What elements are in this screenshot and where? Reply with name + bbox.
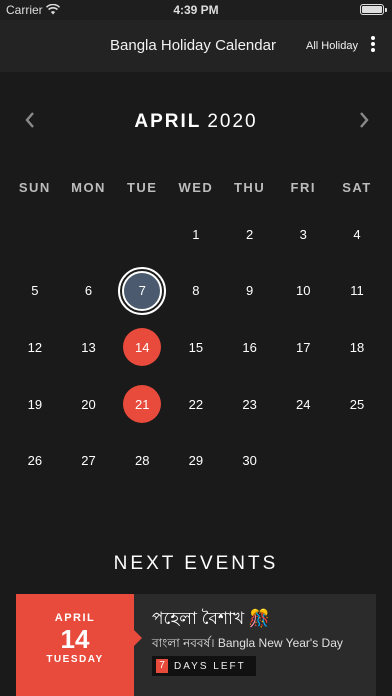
day-number: 24 [296,396,311,412]
day-cell[interactable]: 23 [223,376,277,433]
event-day: 14 [60,624,90,654]
day-cell[interactable]: 4 [330,206,384,263]
day-number: 23 [242,396,257,412]
weekday-label: TUE [126,180,158,195]
day-cell[interactable]: 6 [62,263,116,320]
day-cell[interactable]: 15 [169,319,223,376]
days-left-label: DAYS LEFT [174,660,246,672]
weekday-label: FRI [290,180,316,195]
day-number: 27 [81,453,96,469]
day-number: 7 [138,283,146,299]
next-month-icon[interactable] [356,110,372,130]
day-number: 28 [134,453,150,469]
day-cell[interactable]: 12 [8,319,62,376]
day-cell-holiday[interactable]: 21 [115,376,169,433]
day-cell[interactable]: 9 [223,263,277,320]
day-number: 21 [134,396,150,412]
days-left-count: 7 [156,659,168,673]
day-cell[interactable]: 24 [276,376,330,433]
battery-icon [360,4,387,15]
day-cell[interactable]: 18 [330,319,384,376]
empty-day-cell [8,206,62,263]
day-number: 13 [81,339,96,355]
day-cell[interactable]: 16 [223,319,277,376]
day-cell-today[interactable]: 7 [115,263,169,320]
day-cell[interactable]: 13 [62,319,116,376]
app-header: Bangla Holiday Calendar All Holiday [0,20,392,72]
day-cell[interactable]: 5 [8,263,62,320]
calendar-grid: 1 2 3 4 5 6 7 8 9 10 11 12 13 14 15 16 17 18 19 20 21 22 23 24 2… [8,206,384,489]
day-number: 18 [349,339,365,355]
weekday-label: WED [178,180,214,195]
day-number: 25 [349,396,365,412]
weekday-label: SAT [342,180,372,195]
day-number: 4 [353,226,361,242]
event-card[interactable]: APRIL 14 TUESDAY পহেলা বৈশাখ 🎊 বাংলা নবব… [16,594,376,696]
month-year-title: APRIL 2020 [0,111,392,133]
app-title: Bangla Holiday Calendar [110,37,276,54]
day-number: 16 [242,339,257,355]
day-number: 6 [84,283,93,299]
day-cell[interactable]: 19 [8,376,62,433]
month-navigation: APRIL 2020 [0,100,392,144]
weekday-label: THU [233,180,266,195]
month-name: APRIL [134,111,202,132]
day-number: 15 [188,339,204,355]
day-cell[interactable]: 30 [223,432,277,489]
day-number: 17 [296,339,311,355]
day-cell[interactable]: 20 [62,376,116,433]
more-options-icon[interactable] [367,36,379,56]
holiday-filter-button[interactable]: All Holiday [306,40,358,52]
day-cell[interactable]: 29 [169,432,223,489]
weekday-label: MON [71,180,106,195]
next-events-heading: NEXT EVENTS [113,553,279,574]
weekday-label: SUN [18,180,51,195]
day-number: 11 [350,283,364,299]
weekday-header: SUN MON TUE WED THU FRI SAT [8,180,384,195]
day-number: 30 [242,453,257,469]
empty-day-cell [62,206,116,263]
day-cell[interactable]: 25 [330,376,384,433]
day-cell[interactable]: 2 [223,206,277,263]
event-date-block: APRIL 14 TUESDAY [16,594,142,696]
day-number: 12 [27,339,43,355]
event-month: APRIL [54,612,96,624]
day-number: 22 [188,396,204,412]
day-cell[interactable]: 28 [115,432,169,489]
day-number: 14 [134,339,150,355]
day-cell[interactable]: 26 [8,432,62,489]
day-cell[interactable]: 3 [276,206,330,263]
day-cell[interactable]: 10 [276,263,330,320]
day-cell[interactable]: 17 [276,319,330,376]
day-number: 29 [188,453,204,469]
day-cell-holiday[interactable]: 14 [115,319,169,376]
day-cell[interactable]: 1 [169,206,223,263]
day-number: 26 [27,453,43,469]
day-cell[interactable]: 22 [169,376,223,433]
day-number: 10 [296,283,311,299]
day-cell[interactable]: 8 [169,263,223,320]
day-cell[interactable]: 11 [330,263,384,320]
day-number: 1 [192,226,200,242]
event-title: পহেলা বৈশাখ 🎊 [152,609,271,628]
days-left-badge: 7 DAYS LEFT [152,656,256,676]
day-number: 3 [299,226,307,242]
status-bar: Carrier 4:39 PM [0,0,392,20]
status-time: 4:39 PM [173,3,219,17]
day-number: 9 [245,283,254,299]
event-weekday: TUESDAY [46,654,104,665]
day-number: 20 [81,396,96,412]
day-number: 19 [27,396,43,412]
day-number: 5 [31,283,39,299]
event-subtitle: বাংলা নববর্ষ। Bangla New Year's Day [152,636,343,650]
day-cell[interactable]: 27 [62,432,116,489]
day-number: 8 [192,283,200,299]
year-label: 2020 [207,111,258,132]
day-number: 2 [245,226,254,242]
empty-day-cell [115,206,169,263]
